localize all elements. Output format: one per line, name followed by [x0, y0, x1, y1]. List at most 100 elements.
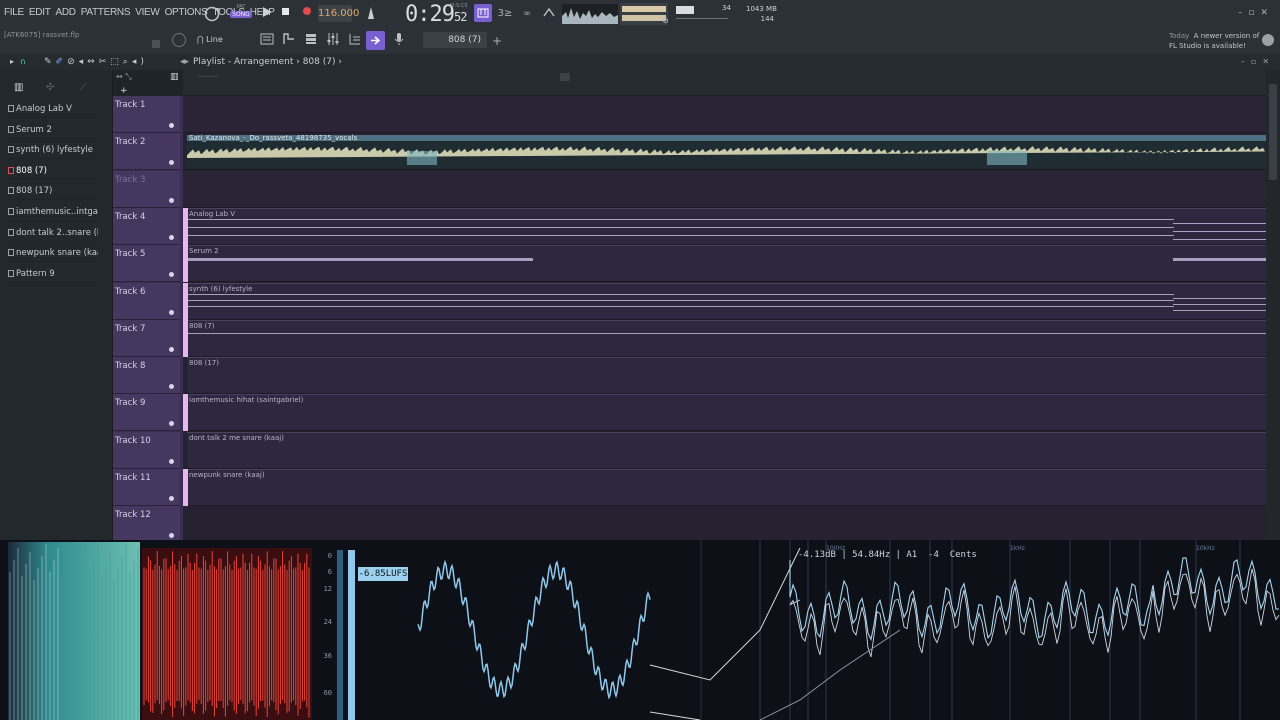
- track-mute-led[interactable]: [169, 309, 174, 315]
- track-header[interactable]: Track 9: [113, 394, 180, 432]
- menu-patterns[interactable]: PATTERNS: [81, 7, 131, 18]
- pattern-list-item[interactable]: Analog Lab V: [8, 100, 98, 118]
- menu-file[interactable]: FILE: [4, 7, 24, 18]
- arrow-right-icon[interactable]: ▸: [10, 57, 20, 66]
- browser-icon[interactable]: [346, 32, 364, 50]
- track-header[interactable]: Track 4: [113, 207, 180, 245]
- track-header[interactable]: Track 6: [113, 282, 180, 320]
- track-header[interactable]: Track 5: [113, 245, 180, 283]
- pattern-list-item[interactable]: newpunk snare (kaaj): [8, 244, 98, 263]
- news-panel[interactable]: Today A newer version of FL Studio is av…: [1169, 31, 1261, 51]
- track-header[interactable]: Track 10: [113, 431, 180, 469]
- track-header[interactable]: Track 11: [113, 469, 180, 506]
- scroll-handle[interactable]: [152, 40, 160, 48]
- pattern-clip[interactable]: 808 (7): [187, 319, 1266, 356]
- track-header[interactable]: Track 7: [113, 319, 180, 357]
- track-lane[interactable]: Analog Lab V: [183, 207, 1266, 245]
- pattern-list-item[interactable]: Pattern 9: [8, 265, 98, 283]
- pattern-selector[interactable]: 808 (7): [423, 32, 487, 48]
- track-lane[interactable]: 808 (7): [183, 319, 1266, 357]
- pattern-list-item[interactable]: Serum 2: [8, 121, 98, 139]
- track-mute-led[interactable]: [169, 197, 174, 203]
- track-lane[interactable]: synth (6) lyfestyle: [183, 282, 1266, 320]
- piano-keys-icon[interactable]: ▥: [14, 82, 23, 93]
- pattern-clip[interactable]: newpunk snare (kaaj): [187, 469, 1266, 505]
- track-mute-led[interactable]: [169, 458, 174, 464]
- loop-record-icon[interactable]: [203, 5, 221, 23]
- wrap-icon[interactable]: ⤡: [125, 72, 131, 81]
- menu-options[interactable]: OPTIONS: [165, 7, 208, 18]
- blend-notes-icon[interactable]: ∞: [518, 5, 536, 23]
- microphone-icon[interactable]: [390, 32, 408, 50]
- menu-view[interactable]: VIEW: [135, 7, 160, 18]
- typing-keyboard-toggle[interactable]: [474, 4, 492, 22]
- pattern-list-item[interactable]: synth (6) lyfestyle: [8, 141, 98, 160]
- vertical-scroll-thumb[interactable]: [1269, 84, 1277, 180]
- zoom-icon[interactable]: ⌕: [123, 57, 132, 67]
- playlist-icon[interactable]: [258, 32, 276, 50]
- close-icon[interactable]: ✕: [1260, 8, 1274, 18]
- playlist-arrows-icon[interactable]: ◂▸: [180, 57, 189, 67]
- arrow-icon[interactable]: ↔: [116, 72, 123, 81]
- fl-logo-icon[interactable]: [1262, 34, 1274, 46]
- mute-icon[interactable]: ◂: [79, 57, 88, 67]
- paint-icon[interactable]: ✐: [56, 57, 68, 67]
- record-button[interactable]: [298, 5, 316, 23]
- track-mute-led[interactable]: [169, 496, 174, 501]
- menu-edit[interactable]: EDIT: [29, 7, 51, 18]
- pattern-clip[interactable]: synth (6) lyfestyle: [187, 282, 1266, 319]
- pattern-clip[interactable]: dont talk 2 me snare (kaaj): [187, 431, 1266, 468]
- track-lane[interactable]: [183, 506, 1266, 540]
- slice-icon[interactable]: ✂: [99, 57, 111, 67]
- multilink-icon[interactable]: [540, 5, 558, 23]
- track-header[interactable]: Track 12: [113, 506, 180, 544]
- mixer-icon[interactable]: [324, 32, 342, 50]
- track-lane[interactable]: Serum 2: [183, 245, 1266, 283]
- pattern-list-item[interactable]: 808 (7): [8, 162, 98, 180]
- pattern-list-item[interactable]: dont talk 2..snare (kaaj): [8, 224, 98, 242]
- playlist-minimize-icon[interactable]: –: [1241, 57, 1251, 66]
- automation-icon[interactable]: ⟋: [80, 82, 87, 93]
- piano-mode-icon[interactable]: ▥: [170, 72, 180, 82]
- track-lane[interactable]: 808 (17): [183, 357, 1266, 395]
- track-lane[interactable]: dont talk 2 me snare (kaaj): [183, 431, 1266, 469]
- delete-icon[interactable]: ⊘: [67, 57, 79, 67]
- track-header[interactable]: Track 2: [113, 133, 180, 171]
- track-mute-led[interactable]: [169, 272, 174, 278]
- pencil-icon[interactable]: ✎: [44, 57, 56, 67]
- playlist-close-icon[interactable]: ✕: [1262, 57, 1275, 66]
- playback-icon[interactable]: ◂): [132, 57, 148, 67]
- menu-add[interactable]: ADD: [56, 7, 77, 18]
- step-edit-icon[interactable]: 3≥: [496, 5, 514, 23]
- track-mute-led[interactable]: [169, 160, 174, 166]
- track-mute-led[interactable]: [169, 234, 174, 240]
- piano-roll-icon[interactable]: [280, 32, 298, 50]
- play-button[interactable]: [258, 5, 276, 23]
- track-header[interactable]: Track 1: [113, 96, 180, 133]
- main-volume-knob[interactable]: [172, 33, 186, 47]
- metronome-icon[interactable]: [362, 5, 380, 23]
- tempo-display[interactable]: 116.000: [318, 5, 359, 22]
- track-lane[interactable]: iamthemusic hihat (saintgabriel): [183, 394, 1266, 432]
- pat-song-toggle[interactable]: PAT SONG: [230, 4, 252, 24]
- playlist-grid[interactable]: Sati_Kazanova_-_Do_rassveta_48198735_voc…: [183, 96, 1266, 540]
- snap-selector[interactable]: ⋂ Line: [197, 35, 223, 44]
- select-icon[interactable]: ⬚: [110, 57, 123, 67]
- pattern-list-item[interactable]: iamthemusic..intgabriel): [8, 203, 98, 221]
- track-mute-led[interactable]: [169, 123, 174, 128]
- track-header[interactable]: Track 8: [113, 357, 180, 395]
- pattern-list-item[interactable]: 808 (17): [8, 182, 98, 201]
- plugin-picker-button[interactable]: [366, 31, 385, 50]
- stop-button[interactable]: [276, 5, 294, 23]
- minimize-icon[interactable]: –: [1238, 8, 1249, 18]
- pattern-clip[interactable]: Analog Lab V: [187, 207, 1266, 244]
- playlist-vertical-scrollbar[interactable]: [1266, 70, 1280, 540]
- playlist-max-icon[interactable]: ▫: [1251, 57, 1262, 66]
- pattern-clip[interactable]: 808 (17): [187, 357, 1266, 394]
- pattern-clip[interactable]: Serum 2: [187, 245, 1266, 282]
- scroll-thumb[interactable]: [560, 73, 570, 81]
- master-volume-knob[interactable]: [663, 18, 668, 23]
- restore-icon[interactable]: ▫: [1248, 8, 1260, 18]
- track-lane[interactable]: [183, 170, 1266, 208]
- track-mute-led[interactable]: [169, 384, 174, 390]
